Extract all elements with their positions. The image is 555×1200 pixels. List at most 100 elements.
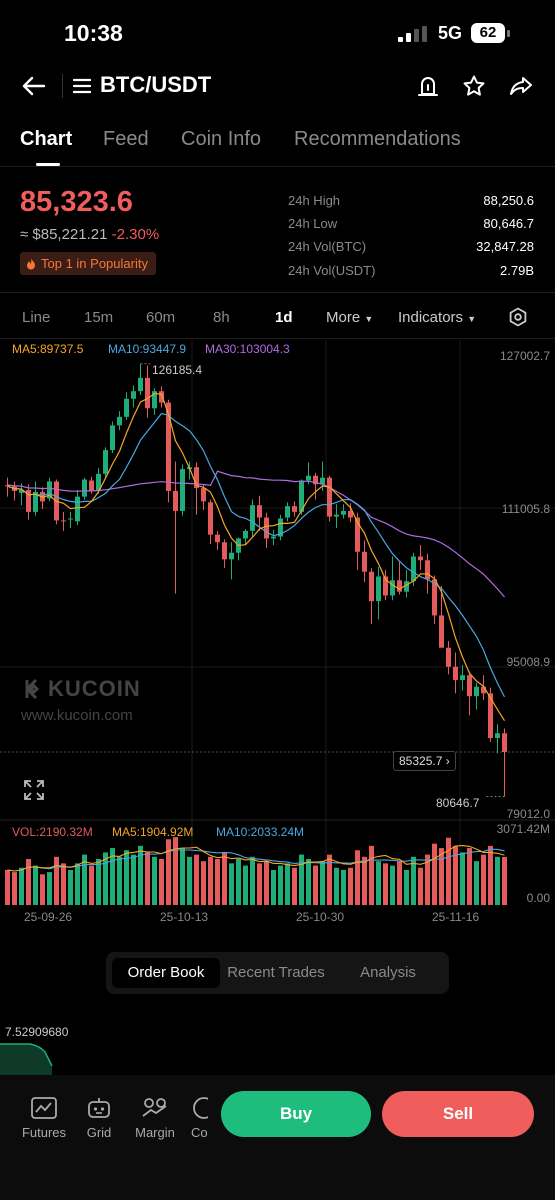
candle-body	[117, 416, 122, 426]
volume-bar	[271, 869, 276, 905]
watermark-url: www.kucoin.com	[21, 707, 133, 724]
last-price-tag[interactable]: 85325.7 ›	[393, 751, 456, 771]
volume-bar	[19, 867, 24, 905]
candle-body	[474, 686, 479, 697]
candle-body	[250, 505, 255, 531]
volume-ma5-legend: MA5:1904.92M	[112, 825, 194, 839]
volume-bar	[173, 837, 178, 905]
depth-value: 7.52909680	[5, 1025, 69, 1039]
nav-label: Co	[191, 1125, 208, 1140]
candle-body	[292, 506, 297, 512]
candle-body	[425, 560, 430, 580]
volume-bar	[474, 861, 479, 905]
candle-body	[502, 733, 507, 753]
candle-body	[327, 477, 332, 517]
volume-bar	[264, 861, 269, 905]
volume-bar	[320, 861, 325, 905]
date-label: 25-11-16	[432, 910, 480, 924]
candle-body	[173, 490, 178, 511]
candle-body	[61, 520, 66, 522]
candle-body	[334, 514, 339, 517]
ma10-line	[7, 412, 506, 698]
volume-bar	[481, 854, 486, 905]
candle-body	[138, 377, 143, 392]
kucoin-logo-icon	[25, 678, 40, 700]
volume-bar	[68, 869, 73, 905]
volume-bar	[502, 857, 507, 905]
candle-body	[369, 571, 374, 602]
volume-bar	[243, 865, 248, 905]
candle-body	[341, 510, 346, 515]
candle-body	[145, 377, 150, 409]
volume-bar	[383, 863, 388, 905]
nav-convert[interactable]: Co	[182, 1095, 212, 1140]
candle-body	[264, 517, 269, 539]
candle-body	[124, 398, 129, 417]
volume-bar	[278, 865, 283, 905]
candle-body	[180, 469, 185, 511]
sell-button[interactable]: Sell	[382, 1091, 534, 1137]
volume-axis-min: 0.00	[526, 891, 550, 905]
volume-bar	[292, 867, 297, 905]
segment-recent-trades[interactable]: Recent Trades	[222, 958, 330, 988]
candle-body	[271, 536, 276, 539]
candle-body	[82, 479, 87, 497]
volume-bar	[187, 856, 192, 905]
volume-axis-max: 3071.42M	[496, 822, 550, 836]
volume-bar	[194, 854, 199, 905]
candle-body	[131, 391, 136, 399]
date-label: 25-09-26	[24, 910, 73, 924]
buy-button[interactable]: Buy	[221, 1091, 371, 1137]
last-price-tag-value: 85325.7	[399, 754, 443, 768]
volume-bar	[362, 856, 367, 905]
nav-futures[interactable]: Futures	[14, 1095, 74, 1140]
volume-bar	[495, 856, 500, 905]
volume-bar	[313, 865, 318, 905]
nav-grid[interactable]: Grid	[69, 1095, 129, 1140]
candle-body	[215, 534, 220, 543]
volume-bar	[390, 865, 395, 905]
volume-bar	[467, 848, 472, 905]
candle-body	[285, 506, 290, 518]
volume-bar	[369, 845, 374, 905]
volume-bar	[418, 867, 423, 905]
depth-chart	[0, 1043, 53, 1080]
candle-body	[453, 666, 458, 681]
candle-body	[208, 502, 213, 535]
volume-bar	[355, 850, 360, 905]
book-segmented-control: Order Book Recent Trades Analysis	[106, 952, 449, 994]
volume-bar	[460, 852, 465, 905]
volume-bar	[5, 869, 10, 905]
nav-margin[interactable]: Margin	[125, 1095, 185, 1140]
volume-bar	[334, 867, 339, 905]
volume-legend: VOL:2190.32M	[12, 825, 93, 839]
volume-bar	[40, 874, 45, 905]
volume-bar	[432, 843, 437, 905]
volume-bar	[201, 861, 206, 905]
nav-label: Margin	[135, 1125, 175, 1140]
volume-bar	[54, 856, 59, 905]
segment-analysis[interactable]: Analysis	[334, 958, 442, 988]
candlestick-chart[interactable]	[0, 0, 555, 930]
low-annotation: 80646.7	[436, 796, 480, 810]
segment-order-book[interactable]: Order Book	[112, 958, 220, 988]
volume-bar	[152, 856, 157, 905]
volume-bar	[89, 865, 94, 905]
candle-body	[495, 733, 500, 738]
volume-bar	[397, 861, 402, 905]
grid-bot-icon	[69, 1095, 129, 1121]
candle-body	[467, 675, 472, 697]
volume-bar	[236, 859, 241, 905]
volume-bar	[488, 845, 493, 905]
volume-bar	[257, 863, 262, 905]
volume-bar	[61, 863, 66, 905]
nav-label: Futures	[21, 1125, 67, 1140]
volume-bar	[131, 854, 136, 905]
candle-body	[362, 551, 367, 572]
volume-bar	[33, 865, 38, 905]
candle-body	[110, 425, 115, 451]
kucoin-watermark: KUCOIN	[20, 676, 141, 702]
volume-bar	[96, 859, 101, 905]
volume-bar	[439, 848, 444, 905]
fullscreen-icon[interactable]	[22, 778, 46, 802]
